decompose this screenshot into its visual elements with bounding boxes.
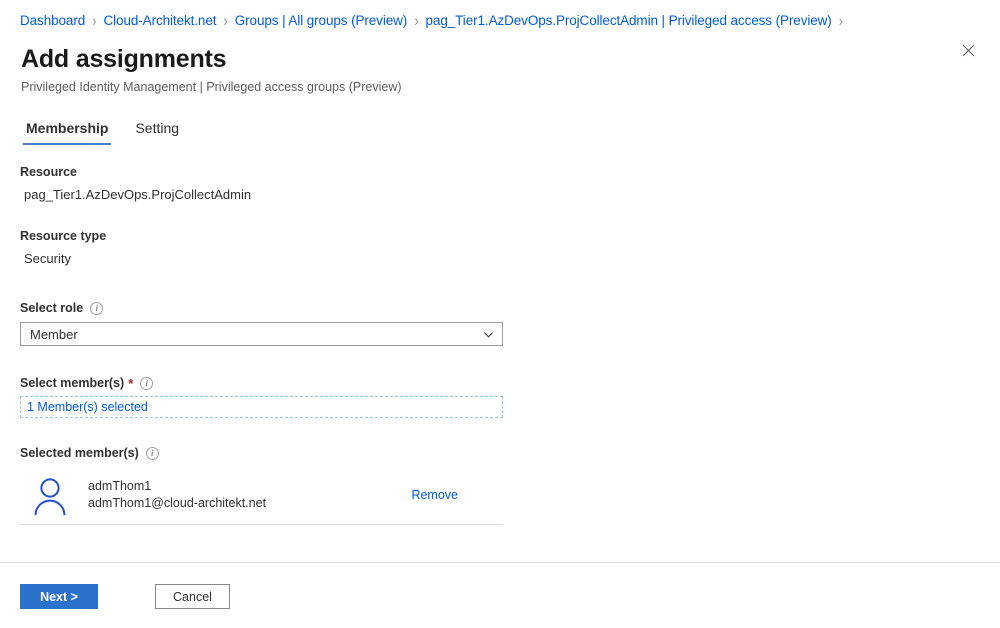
resource-type-value: Security — [24, 251, 71, 266]
select-members-value: 1 Member(s) selected — [27, 400, 148, 414]
breadcrumb-separator-icon: › — [223, 10, 228, 30]
close-button[interactable] — [957, 39, 979, 61]
page-title: Add assignments — [21, 45, 227, 73]
resource-label: Resource — [20, 165, 77, 179]
select-role-label: Select role — [20, 301, 84, 315]
info-icon[interactable]: i — [145, 446, 159, 460]
next-button[interactable]: Next > — [20, 584, 98, 609]
tab-setting[interactable]: Setting — [131, 119, 183, 145]
resource-type-field: Resource type Security — [20, 228, 1000, 267]
select-role-dropdown[interactable]: Member — [20, 322, 503, 346]
form-content: Resource pag_Tier1.AzDevOps.ProjCollectA… — [0, 164, 1000, 525]
select-members-label: Select member(s) — [20, 376, 125, 390]
breadcrumb-item-dashboard[interactable]: Dashboard — [20, 13, 85, 28]
select-role-label-row: Select role i — [20, 300, 1000, 316]
tab-bar: Membership Setting — [22, 115, 1000, 145]
selected-members-label: Selected member(s) — [20, 446, 139, 460]
breadcrumb-separator-icon: › — [92, 10, 97, 30]
info-icon[interactable]: i — [140, 376, 154, 390]
remove-member-link[interactable]: Remove — [411, 488, 458, 502]
breadcrumb-separator-icon: › — [414, 10, 419, 30]
list-item: admThom1 admThom1@cloud-architekt.net Re… — [20, 468, 503, 524]
member-email: admThom1@cloud-architekt.net — [88, 496, 267, 510]
cancel-button[interactable]: Cancel — [155, 584, 230, 609]
select-role-field: Select role i Member — [20, 300, 1000, 346]
selected-members-list: admThom1 admThom1@cloud-architekt.net Re… — [20, 468, 503, 525]
breadcrumb-item-groups[interactable]: Groups | All groups (Preview) — [235, 13, 408, 28]
footer-actions: Next > Cancel — [20, 584, 230, 609]
select-members-input[interactable]: 1 Member(s) selected — [20, 396, 503, 418]
required-indicator: * — [128, 375, 134, 391]
resource-type-label: Resource type — [20, 229, 107, 243]
page-subtitle: Privileged Identity Management | Privile… — [21, 80, 402, 94]
select-role-value: Member — [30, 326, 78, 342]
member-name: admThom1 — [88, 479, 152, 493]
footer-divider — [0, 562, 1000, 563]
selected-members-label-row: Selected member(s) i — [20, 445, 1000, 461]
breadcrumb-item-tenant[interactable]: Cloud-Architekt.net — [104, 13, 217, 28]
close-icon — [962, 44, 974, 56]
breadcrumb-separator-icon: › — [838, 10, 844, 30]
breadcrumb: Dashboard › Cloud-Architekt.net › Groups… — [0, 0, 1000, 30]
select-members-label-row: Select member(s) * i — [20, 375, 1000, 391]
selected-members-section: Selected member(s) i admThom1 admThom1@c… — [20, 445, 1000, 525]
select-members-field: Select member(s) * i 1 Member(s) selecte… — [20, 375, 1000, 418]
info-icon[interactable]: i — [90, 301, 104, 315]
page-header: Add assignments Privileged Identity Mana… — [0, 30, 1000, 95]
tab-membership[interactable]: Membership — [22, 119, 112, 145]
breadcrumb-item-privileged-access[interactable]: pag_Tier1.AzDevOps.ProjCollectAdmin | Pr… — [426, 13, 832, 28]
avatar — [34, 478, 66, 515]
resource-value: pag_Tier1.AzDevOps.ProjCollectAdmin — [24, 187, 252, 202]
chevron-down-icon — [484, 331, 493, 338]
member-details: admThom1 admThom1@cloud-architekt.net — [88, 478, 411, 512]
resource-field: Resource pag_Tier1.AzDevOps.ProjCollectA… — [20, 164, 1000, 203]
